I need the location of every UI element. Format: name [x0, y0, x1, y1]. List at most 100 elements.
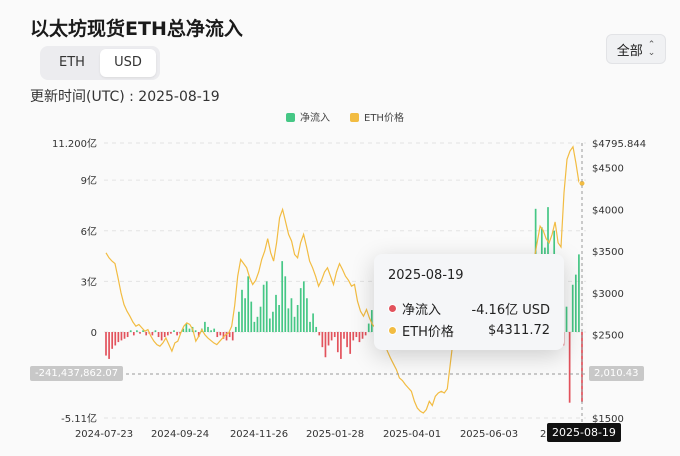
legend-swatch — [286, 113, 295, 122]
inflow-bar — [574, 274, 577, 332]
price-dot-icon — [388, 325, 397, 335]
left-axis: 11.200亿 9亿 6亿 3亿 0 -5.11亿 — [52, 137, 97, 425]
inflow-bar — [250, 301, 253, 332]
inflow-bar — [188, 328, 191, 332]
x-tick-label-partial: 2 — [540, 429, 546, 440]
inflow-bar — [333, 332, 336, 338]
inflow-bar — [238, 311, 240, 332]
inflow-bar — [207, 326, 209, 332]
inflow-bar — [312, 313, 314, 332]
inflow-bar — [247, 276, 250, 332]
inflow-bar — [571, 284, 574, 332]
legend-label: ETH价格 — [364, 111, 404, 124]
inflow-bar — [293, 316, 296, 332]
inflow-bar — [132, 332, 135, 336]
inflow-bar — [318, 332, 321, 336]
crosshair-right-value: 2,010.43 — [589, 366, 644, 381]
inflow-bar — [367, 323, 370, 332]
tooltip-label: ETH价格 — [402, 324, 454, 340]
inflow-bar — [275, 294, 277, 332]
inflow-bar — [114, 332, 117, 346]
tooltip-value: -4.16亿 USD — [471, 302, 550, 318]
inflow-bar — [346, 332, 348, 348]
inflow-bar — [349, 332, 352, 354]
inflow-bar — [578, 254, 580, 332]
inflow-bar — [296, 305, 299, 332]
inflow-dot-icon — [388, 303, 397, 313]
left-tick-label: -5.11亿 — [61, 412, 97, 425]
x-tick-label: 2025-06-03 — [460, 429, 518, 440]
inflow-bar — [268, 318, 271, 332]
inflow-bar — [343, 332, 345, 339]
inflow-bar — [284, 276, 287, 332]
inflow-bar — [315, 326, 318, 332]
tooltip-row-inflow: 净流入 -4.16亿 USD — [388, 297, 550, 319]
inflow-bar — [108, 332, 110, 359]
inflow-bar — [309, 321, 311, 332]
inflow-bar — [166, 332, 169, 336]
inflow-bar — [340, 332, 342, 359]
x-tick-label: 2025-04-01 — [383, 429, 441, 440]
left-tick-label: 9亿 — [81, 174, 97, 187]
inflow-bar — [324, 332, 327, 358]
inflow-bar — [234, 326, 237, 332]
x-tick-label: 2024-07-23 — [75, 429, 133, 440]
left-tick-label: 0 — [91, 328, 97, 339]
x-tick-label: 2025-01-28 — [306, 429, 364, 440]
crosshair-date: 2025-08-19 — [547, 423, 621, 442]
inflow-bar — [210, 330, 212, 332]
inflow-bar — [565, 306, 568, 332]
inflow-bar — [154, 330, 157, 332]
inflow-bar — [352, 332, 355, 341]
right-tick-label: $4000 — [592, 205, 624, 216]
inflow-bar — [355, 332, 358, 338]
right-tick-label: $3500 — [592, 247, 624, 258]
inflow-bar — [287, 308, 290, 332]
inflow-bar — [321, 332, 324, 348]
right-tick-label: $3000 — [592, 289, 624, 300]
inflow-bar — [253, 321, 256, 332]
inflow-bar — [262, 284, 265, 332]
chart-tooltip: 2025-08-19 净流入 -4.16亿 USD ETH价格 $4311.72 — [374, 254, 564, 350]
inflow-bar — [216, 332, 219, 338]
x-axis: 2024-07-23 2024-09-24 2024-11-26 2025-01-28… — [75, 429, 546, 440]
inflow-bar — [173, 330, 175, 332]
left-tick-label: 11.200亿 — [52, 137, 97, 150]
inflow-bar — [358, 332, 361, 343]
crosshair-left-value: -241,437,862.07 — [30, 366, 124, 381]
inflow-bar — [213, 328, 216, 332]
inflow-bar — [219, 332, 222, 336]
inflow-bar — [231, 332, 234, 341]
inflow-bar — [259, 306, 262, 332]
inflow-bar — [568, 332, 571, 403]
inflow-bar — [327, 332, 330, 346]
inflow-bar — [241, 289, 243, 332]
inflow-bar — [111, 332, 114, 349]
inflow-bar — [281, 261, 284, 332]
inflow-bar — [160, 332, 163, 341]
x-tick-label: 2024-11-26 — [230, 429, 288, 440]
chart-legend: 净流入 ETH价格 — [286, 111, 404, 124]
inflow-bar — [145, 332, 148, 336]
inflow-bar — [117, 332, 120, 343]
inflow-bar — [302, 281, 305, 332]
right-tick-label: $2500 — [592, 331, 624, 342]
inflow-bar — [278, 305, 280, 332]
inflow-bar — [244, 298, 246, 332]
inflow-bar — [256, 316, 259, 332]
inflow-bar — [299, 288, 302, 332]
inflow-bar — [120, 332, 123, 341]
inflow-bar — [364, 332, 367, 336]
inflow-bar — [176, 332, 178, 336]
inflow-bar — [151, 332, 154, 336]
inflow-bar — [170, 332, 172, 334]
inflow-bar — [105, 332, 107, 356]
inflow-bar — [265, 281, 268, 332]
tooltip-date: 2025-08-19 — [388, 268, 464, 283]
inflow-bar — [306, 298, 308, 332]
x-tick-label: 2024-09-24 — [151, 429, 209, 440]
inflow-bar — [336, 332, 339, 353]
inflow-bar — [361, 332, 364, 339]
inflow-bar — [204, 321, 206, 332]
legend-swatch — [350, 113, 359, 122]
